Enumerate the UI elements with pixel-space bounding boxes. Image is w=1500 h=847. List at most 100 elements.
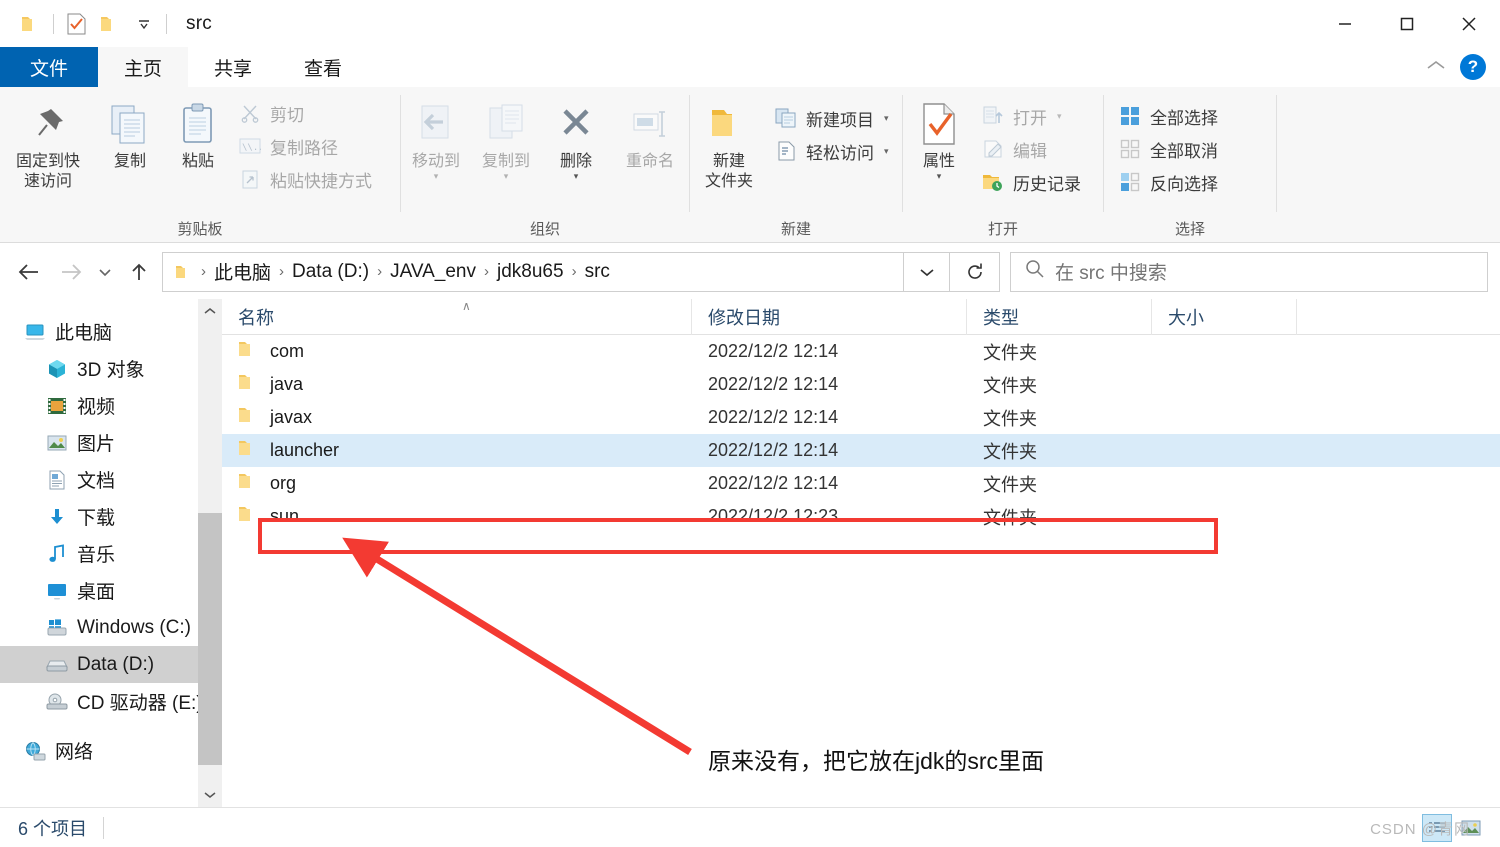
pin-icon — [27, 97, 69, 151]
easy-access-button[interactable]: 轻松访问 ▾ — [768, 136, 895, 166]
tab-file[interactable]: 文件 — [0, 47, 99, 87]
new-folder-button[interactable]: 新建 文件夹 — [690, 95, 768, 194]
file-date-cell: 2022/12/2 12:14 — [708, 341, 839, 361]
breadcrumb[interactable]: › 此电脑 › Data (D:) › JAVA_env › jdk8u65 ›… — [162, 251, 904, 292]
table-row[interactable]: com 2022/12/2 12:14 文件夹 — [222, 335, 1500, 368]
delete-button[interactable]: 删除 ▾ — [541, 95, 611, 181]
select-none-icon — [1118, 137, 1142, 161]
nav-item-network[interactable]: 网络 — [0, 732, 222, 769]
nav-item-documents[interactable]: 文档 — [0, 461, 222, 498]
nav-item-this-pc[interactable]: 此电脑 — [0, 313, 222, 350]
table-row[interactable]: launcher 2022/12/2 12:14 文件夹 — [222, 434, 1500, 467]
breadcrumb-item-src[interactable]: src — [581, 261, 614, 283]
column-header-date[interactable]: 修改日期 — [692, 298, 967, 335]
folder-icon — [238, 374, 258, 396]
file-name-text: launcher — [270, 440, 340, 460]
qat-divider — [53, 13, 54, 34]
table-row[interactable]: org 2022/12/2 12:14 文件夹 — [222, 467, 1500, 500]
tab-home[interactable]: 主页 — [98, 47, 189, 87]
refresh-button[interactable] — [950, 251, 1000, 292]
breadcrumb-item-data-d[interactable]: Data (D:) — [288, 261, 373, 283]
cut-button[interactable]: 剪切 — [232, 98, 378, 128]
select-none-button[interactable]: 全部取消 — [1112, 134, 1224, 164]
ribbon-tab-right-controls: ? — [1424, 47, 1500, 87]
navigation-pane: 此电脑 3D 对象 视频 图片 文档 下载 音乐 桌面 Windows (C:)… — [0, 299, 222, 807]
file-type-cell: 文件夹 — [983, 342, 1037, 363]
open-button[interactable]: 打开 ▾ — [975, 101, 1087, 131]
nav-item-pictures[interactable]: 图片 — [0, 424, 222, 461]
address-dropdown-button[interactable] — [904, 251, 950, 292]
paste-button[interactable]: 粘贴 — [164, 95, 232, 174]
history-button[interactable]: 历史记录 — [975, 167, 1087, 197]
table-row[interactable]: sun 2022/12/2 12:23 文件夹 — [222, 500, 1500, 533]
file-explorer-window: src 文件 主页 共享 查看 ? 固定到快 速访问 复制 粘贴 剪切 \\. … — [0, 0, 1500, 847]
nav-item-videos[interactable]: 视频 — [0, 387, 222, 424]
breadcrumb-item-java-env[interactable]: JAVA_env — [386, 261, 480, 283]
cd-drive-icon — [46, 691, 68, 713]
copy-to-button[interactable]: 复制到 ▾ — [471, 95, 541, 181]
navpane-scroll-thumb[interactable] — [198, 513, 222, 765]
copy-path-label: 复制路径 — [270, 138, 338, 158]
back-button[interactable] — [12, 255, 46, 289]
navpane-scrollbar[interactable] — [198, 299, 222, 807]
copy-path-button[interactable]: \\.. 复制路径 — [232, 131, 378, 161]
recent-locations-button[interactable] — [92, 255, 118, 289]
ribbon-group-open: 属性 ▾ 打开 ▾ 编辑 历史记录 打开 — [903, 87, 1103, 243]
search-input[interactable]: 在 src 中搜索 — [1055, 258, 1167, 285]
navpane-scroll-up-button[interactable] — [198, 299, 222, 323]
nav-item-music[interactable]: 音乐 — [0, 535, 222, 572]
maximize-button[interactable] — [1376, 0, 1438, 47]
chevron-up-icon[interactable] — [1424, 57, 1448, 77]
large-icons-view-icon[interactable] — [1456, 814, 1486, 842]
paste-shortcut-button[interactable]: 粘贴快捷方式 — [232, 164, 378, 194]
nav-item-data-d[interactable]: Data (D:) — [0, 646, 222, 683]
nav-item-downloads[interactable]: 下载 — [0, 498, 222, 535]
move-to-button[interactable]: 移动到 ▾ — [401, 95, 471, 181]
rename-button[interactable]: 重命名 — [611, 95, 689, 174]
ribbon-divider-5 — [1276, 95, 1277, 212]
edit-button[interactable]: 编辑 — [975, 134, 1087, 164]
status-divider — [103, 816, 105, 839]
file-list-header: 名称 修改日期 类型 大小 ∧ — [222, 298, 1500, 335]
close-button[interactable] — [1438, 0, 1500, 47]
breadcrumb-item-this-pc[interactable]: 此电脑 — [210, 258, 275, 285]
tab-view[interactable]: 查看 — [278, 47, 368, 87]
new-folder-icon[interactable] — [93, 7, 127, 41]
up-button[interactable] — [122, 255, 156, 289]
column-header-name[interactable]: 名称 — [222, 298, 692, 335]
new-item-button[interactable]: 新建项目 ▾ — [768, 103, 895, 133]
forward-button[interactable] — [54, 255, 88, 289]
nav-item-windows-c[interactable]: Windows (C:) — [0, 609, 222, 646]
table-row[interactable]: java 2022/12/2 12:14 文件夹 — [222, 368, 1500, 401]
folder-icon — [238, 341, 258, 363]
delete-caret-icon: ▾ — [573, 170, 579, 181]
breadcrumb-item-jdk8u65[interactable]: jdk8u65 — [493, 261, 568, 283]
column-header-type[interactable]: 类型 — [967, 298, 1152, 335]
file-date-cell: 2022/12/2 12:14 — [708, 374, 839, 394]
ribbon-group-label-open: 打开 — [987, 220, 1018, 238]
properties-icon[interactable] — [59, 7, 93, 41]
open-label: 打开 — [1013, 108, 1047, 128]
help-button[interactable]: ? — [1460, 54, 1486, 80]
navpane-scroll-down-button[interactable] — [198, 783, 222, 807]
nav-item-cd-drive-e[interactable]: CD 驱动器 (E:) — [0, 683, 222, 720]
nav-item-3d-objects[interactable]: 3D 对象 — [0, 350, 222, 387]
properties-button[interactable]: 属性 ▾ — [903, 95, 975, 181]
customize-dropdown-icon[interactable] — [127, 7, 161, 41]
title-bar: src — [0, 0, 1500, 47]
folder-icon[interactable] — [14, 7, 48, 41]
move-to-label: 移动到 — [411, 153, 460, 170]
select-all-button[interactable]: 全部选择 — [1112, 101, 1224, 131]
details-view-icon[interactable] — [1422, 813, 1452, 842]
invert-selection-button[interactable]: 反向选择 — [1112, 167, 1224, 197]
copy-button[interactable]: 复制 — [96, 95, 164, 174]
column-header-size[interactable]: 大小 — [1152, 298, 1297, 335]
table-row[interactable]: javax 2022/12/2 12:14 文件夹 — [222, 401, 1500, 434]
pin-to-quick-access-button[interactable]: 固定到快 速访问 — [0, 95, 96, 194]
nav-item-desktop[interactable]: 桌面 — [0, 572, 222, 609]
minimize-button[interactable] — [1314, 0, 1376, 47]
file-name-text: javax — [270, 407, 313, 427]
search-box[interactable]: 在 src 中搜索 — [1010, 251, 1488, 292]
tab-share[interactable]: 共享 — [188, 47, 278, 87]
